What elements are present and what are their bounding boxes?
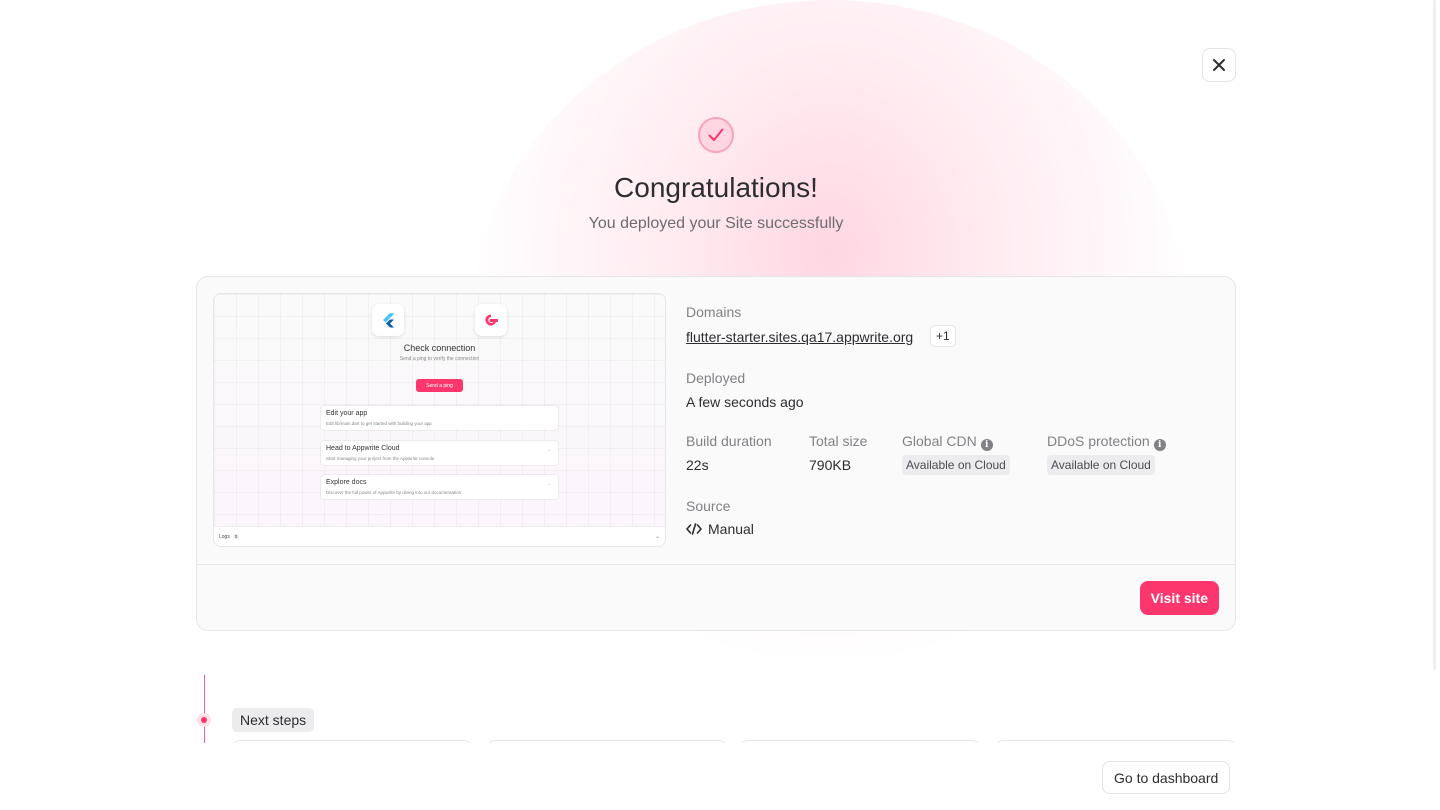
domain-link[interactable]: flutter-starter.sites.qa17.appwrite.org xyxy=(686,329,913,345)
arrow-right-icon: → xyxy=(546,481,552,487)
preview-logs-label: Logs xyxy=(219,533,230,540)
page-title: Congratulations! xyxy=(614,172,818,203)
ddos-protection-label: DDoS protection i xyxy=(1047,433,1166,451)
code-icon xyxy=(686,523,702,535)
build-duration-value: 22s xyxy=(686,457,709,473)
global-cdn-badge: Available on Cloud xyxy=(902,455,1010,475)
deployment-card: Check connection Send a ping to verify t… xyxy=(196,276,1236,631)
build-duration-label: Build duration xyxy=(686,433,772,449)
info-icon[interactable]: i xyxy=(1153,439,1166,451)
deployed-value: A few seconds ago xyxy=(686,394,804,410)
close-button[interactable] xyxy=(1202,48,1236,82)
preview-subtitle: Send a ping to verify the connection xyxy=(399,356,480,362)
appwrite-logo-icon xyxy=(475,304,507,336)
preview-item-desc: Edit lib/main.dart to get started with b… xyxy=(326,421,432,426)
info-icon[interactable]: i xyxy=(980,439,993,451)
preview-title: Check connection xyxy=(403,343,476,353)
arrow-right-icon: → xyxy=(546,447,552,453)
site-preview[interactable]: Check connection Send a ping to verify t… xyxy=(213,293,666,547)
timeline-line xyxy=(204,675,205,743)
preview-list-item: Edit your app Edit lib/main.dart to get … xyxy=(321,406,558,430)
timeline-dot xyxy=(197,713,211,727)
preview-item-title: Edit your app xyxy=(326,410,368,417)
preview-item-title: Head to Appwrite Cloud xyxy=(326,445,400,452)
flutter-logo-icon xyxy=(372,304,404,336)
page-scrollbar[interactable] xyxy=(1433,0,1436,670)
check-icon xyxy=(708,128,724,141)
go-to-dashboard-button[interactable]: Go to dashboard xyxy=(1102,761,1231,794)
success-badge xyxy=(698,117,734,153)
domains-label: Domains xyxy=(686,304,742,320)
ddos-protection-badge: Available on Cloud xyxy=(1047,455,1155,475)
preview-item-desc: Start managing your project from the App… xyxy=(326,456,435,461)
preview-list-item: Head to Appwrite Cloud Start managing yo… xyxy=(321,441,558,465)
bottom-bar-background xyxy=(196,743,1236,810)
next-steps-label: Next steps xyxy=(232,708,315,732)
more-domains-badge[interactable]: +1 xyxy=(930,325,956,347)
ddos-protection-label-text: DDoS protection xyxy=(1047,433,1150,449)
global-cdn-label: Global CDN i xyxy=(902,433,993,451)
close-icon xyxy=(1213,59,1225,71)
preview-list-item: Explore docs Discover the full power of … xyxy=(321,475,558,499)
preview-logs-bar: Logs 0 ⌄ xyxy=(214,526,665,546)
preview-item-desc: Discover the full power of Appwrite by d… xyxy=(326,490,462,495)
total-size-value: 790KB xyxy=(809,457,852,473)
global-cdn-label-text: Global CDN xyxy=(902,433,977,449)
preview-logs-count: 0 xyxy=(232,533,240,539)
total-size-label: Total size xyxy=(809,433,868,449)
page-subtitle: You deployed your Site successfully xyxy=(588,215,844,232)
card-footer: Visit site xyxy=(197,564,1235,630)
preview-item-title: Explore docs xyxy=(326,479,367,486)
source-value: Manual xyxy=(686,521,754,537)
preview-ping-button: Send a ping xyxy=(416,379,463,392)
chevron-down-icon: ⌄ xyxy=(654,534,660,540)
visit-site-button[interactable]: Visit site xyxy=(1139,581,1219,615)
source-value-text: Manual xyxy=(708,521,754,537)
source-label: Source xyxy=(686,498,731,514)
deployed-label: Deployed xyxy=(686,370,746,386)
